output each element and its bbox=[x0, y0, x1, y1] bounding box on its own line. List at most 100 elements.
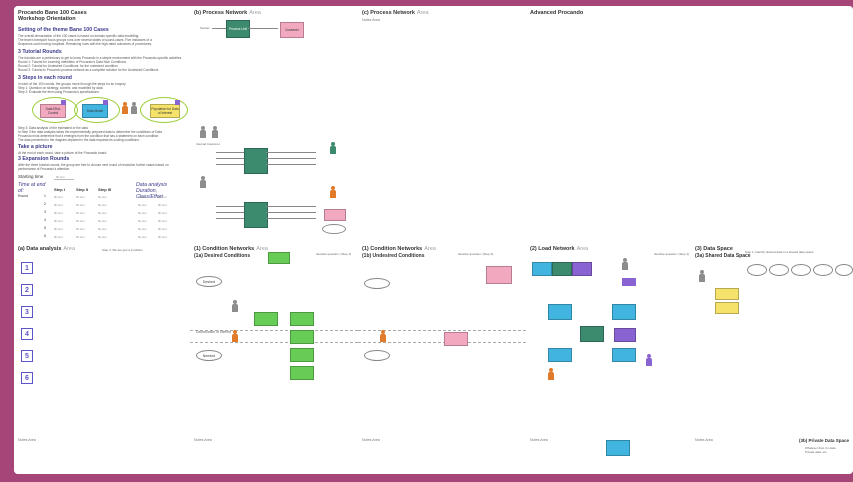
load-box[interactable] bbox=[612, 304, 636, 320]
time-cell[interactable]: hh:mm bbox=[158, 211, 167, 215]
load-box[interactable] bbox=[548, 348, 572, 362]
analysis-number-box[interactable]: 4 bbox=[21, 328, 33, 340]
analysis-number-box[interactable]: 6 bbox=[21, 372, 33, 384]
person-icon bbox=[232, 300, 238, 314]
condition-box[interactable] bbox=[290, 330, 314, 344]
section-theme-text: Sequence-card moving hospitals. Remainin… bbox=[18, 42, 152, 46]
time-cell[interactable]: hh:mm bbox=[76, 235, 85, 239]
undesired-conditions-panel[interactable]: (1) Condition Networks Area (1b) Undesire… bbox=[358, 242, 527, 474]
diagram-badge bbox=[61, 100, 66, 105]
time-cell[interactable]: hh:mm bbox=[158, 235, 167, 239]
time-cell[interactable]: hh:mm bbox=[98, 195, 107, 199]
load-box[interactable] bbox=[532, 262, 552, 276]
data-ellipse[interactable] bbox=[791, 264, 811, 276]
analysis-number-box[interactable]: 1 bbox=[21, 262, 33, 274]
time-cell[interactable]: hh:mm bbox=[54, 195, 63, 199]
condition-box[interactable] bbox=[254, 312, 278, 326]
time-cell[interactable]: hh:mm bbox=[138, 227, 147, 231]
undesired-box[interactable] bbox=[486, 266, 512, 284]
process-unit-box-3[interactable] bbox=[244, 202, 268, 228]
analysis-number-box[interactable]: 2 bbox=[21, 284, 33, 296]
process-unit-box-2[interactable] bbox=[244, 148, 268, 174]
time-cell[interactable]: hh:mm bbox=[76, 219, 85, 223]
process-network-b-panel[interactable]: (b) Process Network Area Process Unit Cus… bbox=[190, 6, 359, 243]
load-network-panel[interactable]: (2) Load Network Area Iterative question:… bbox=[526, 242, 692, 474]
time-cell[interactable]: hh:mm bbox=[158, 203, 167, 207]
time-cell[interactable]: hh:mm bbox=[98, 203, 107, 207]
data-ellipse[interactable] bbox=[769, 264, 789, 276]
advanced-procando-panel[interactable]: Advanced Procando bbox=[526, 6, 692, 243]
procando-board[interactable]: Procando Bane 100 Cases Workshop Orienta… bbox=[14, 6, 853, 474]
time-cell[interactable]: hh:mm bbox=[98, 219, 107, 223]
time-cell[interactable]: hh:mm bbox=[54, 235, 63, 239]
flow-arrow bbox=[216, 218, 244, 219]
data-space-panel[interactable]: (3) Data Space (3a) Shared Data Space St… bbox=[691, 242, 853, 474]
customer-box[interactable] bbox=[324, 209, 346, 221]
undesired-pill[interactable] bbox=[364, 350, 390, 361]
data-box[interactable] bbox=[715, 288, 739, 300]
undesired-box[interactable] bbox=[444, 332, 468, 346]
panel-title: Advanced Procando bbox=[530, 10, 584, 16]
data-analysis-panel[interactable]: (a) Data analysis Area Step 3: We are jus… bbox=[14, 242, 191, 474]
needed-pill[interactable]: Needed bbox=[196, 350, 222, 361]
diagram-badge bbox=[175, 100, 180, 105]
data-box[interactable] bbox=[715, 302, 739, 314]
time-cell[interactable]: hh:mm bbox=[158, 219, 167, 223]
time-cell[interactable]: hh:mm bbox=[76, 203, 85, 207]
data-ellipse[interactable] bbox=[835, 264, 853, 276]
condition-box[interactable] bbox=[290, 366, 314, 380]
data-ellipse[interactable] bbox=[747, 264, 767, 276]
time-cell[interactable]: hh:mm bbox=[76, 227, 85, 231]
condition-box[interactable] bbox=[290, 312, 314, 326]
flow-arrow bbox=[266, 152, 316, 153]
time-cell[interactable]: hh:mm bbox=[98, 227, 107, 231]
time-cell[interactable]: hh:mm bbox=[54, 219, 63, 223]
desired-conditions-panel[interactable]: (1) Condition Networks Area (1a) Desired … bbox=[190, 242, 359, 474]
time-cell[interactable]: hh:mm bbox=[54, 203, 63, 207]
load-box[interactable] bbox=[552, 262, 572, 276]
person-caption: Internal Customer bbox=[196, 142, 220, 146]
load-box[interactable] bbox=[606, 440, 630, 456]
flow-arrow bbox=[216, 158, 244, 159]
condition-box[interactable] bbox=[268, 252, 290, 264]
time-cell[interactable]: hh:mm bbox=[76, 211, 85, 215]
load-box[interactable] bbox=[572, 262, 592, 276]
data-ellipse[interactable] bbox=[813, 264, 833, 276]
starting-time-underline bbox=[54, 179, 74, 180]
question-note: Iterative question: (Step 1) bbox=[316, 252, 352, 256]
process-network-c-panel[interactable]: (c) Process Network Area Notes Area bbox=[358, 6, 527, 243]
person-icon bbox=[131, 102, 137, 116]
time-cell[interactable]: hh:mm bbox=[98, 235, 107, 239]
time-cell[interactable]: hh:mm bbox=[138, 195, 147, 199]
desired-pill[interactable]: Desired bbox=[196, 276, 222, 287]
notes-area-label: Notes Area bbox=[18, 438, 36, 442]
ellipse-node[interactable] bbox=[322, 224, 346, 234]
load-box[interactable] bbox=[614, 328, 636, 342]
diagram-badge bbox=[103, 100, 108, 105]
undesired-pill[interactable] bbox=[364, 278, 390, 289]
time-cell[interactable]: hh:mm bbox=[138, 203, 147, 207]
time-cell[interactable]: hh:mm bbox=[158, 195, 167, 199]
diagram-box-pink: Data Ethic Control bbox=[40, 104, 66, 118]
analysis-number-box[interactable]: 3 bbox=[21, 306, 33, 318]
process-output-box[interactable]: Customer bbox=[280, 22, 304, 38]
process-unit-box[interactable]: Process Unit bbox=[226, 20, 250, 38]
time-cell[interactable]: hh:mm bbox=[138, 219, 147, 223]
time-cell[interactable]: hh:mm bbox=[138, 235, 147, 239]
load-box[interactable] bbox=[548, 304, 572, 320]
section-expansion-heading: 3 Expansion Rounds bbox=[18, 156, 70, 162]
time-cell[interactable]: hh:mm bbox=[76, 195, 85, 199]
time-cell[interactable]: hh:mm bbox=[54, 211, 63, 215]
time-cell[interactable]: hh:mm bbox=[138, 211, 147, 215]
time-cell[interactable]: hh:mm bbox=[158, 227, 167, 231]
time-cell[interactable]: hh:mm bbox=[98, 211, 107, 215]
time-cell[interactable]: hh:mm bbox=[54, 227, 63, 231]
load-box[interactable] bbox=[612, 348, 636, 362]
advanced-procando-panel-ext[interactable] bbox=[691, 6, 853, 243]
load-center-box[interactable] bbox=[580, 326, 604, 342]
analysis-number-box[interactable]: 5 bbox=[21, 350, 33, 362]
person-icon bbox=[330, 142, 336, 156]
condition-box[interactable] bbox=[290, 348, 314, 362]
panel-title: (b) Process Network Area bbox=[194, 10, 261, 16]
flow-arrow bbox=[266, 206, 316, 207]
